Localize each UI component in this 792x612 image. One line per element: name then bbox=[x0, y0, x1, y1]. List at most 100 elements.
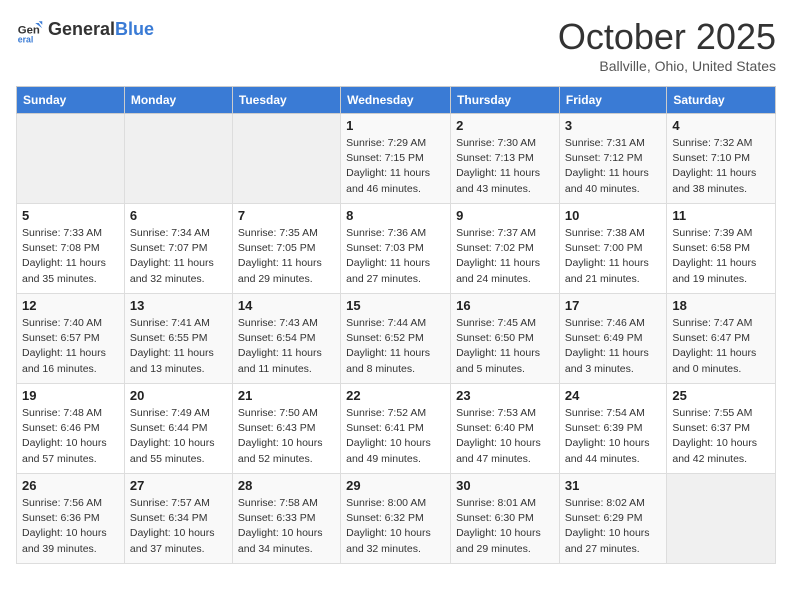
calendar-cell: 4Sunrise: 7:32 AMSunset: 7:10 PMDaylight… bbox=[667, 114, 776, 204]
day-info: Sunrise: 7:43 AMSunset: 6:54 PMDaylight:… bbox=[238, 316, 335, 377]
day-info: Sunrise: 7:41 AMSunset: 6:55 PMDaylight:… bbox=[130, 316, 227, 377]
calendar-cell bbox=[124, 114, 232, 204]
day-info: Sunrise: 7:52 AMSunset: 6:41 PMDaylight:… bbox=[346, 406, 445, 467]
calendar-cell bbox=[667, 474, 776, 564]
weekday-header-row: SundayMondayTuesdayWednesdayThursdayFrid… bbox=[17, 87, 776, 114]
day-number: 3 bbox=[565, 118, 661, 133]
logo: Gen eral GeneralBlue bbox=[16, 16, 154, 44]
day-number: 25 bbox=[672, 388, 770, 403]
day-info: Sunrise: 8:02 AMSunset: 6:29 PMDaylight:… bbox=[565, 496, 661, 557]
weekday-header-tuesday: Tuesday bbox=[232, 87, 340, 114]
day-number: 7 bbox=[238, 208, 335, 223]
calendar-cell: 13 Sunrise: 7:41 AMSunset: 6:55 PMDayligh… bbox=[124, 294, 232, 384]
day-number: 14 bbox=[238, 298, 335, 313]
weekday-header-wednesday: Wednesday bbox=[341, 87, 451, 114]
day-info: Sunrise: 7:36 AMSunset: 7:03 PMDaylight:… bbox=[346, 226, 445, 287]
day-number: 6 bbox=[130, 208, 227, 223]
day-number: 5 bbox=[22, 208, 119, 223]
calendar-cell: 27Sunrise: 7:57 AMSunset: 6:34 PMDayligh… bbox=[124, 474, 232, 564]
calendar-cell: 1 Sunrise: 7:29 AMSunset: 7:15 PMDaylight… bbox=[341, 114, 451, 204]
weekday-header-sunday: Sunday bbox=[17, 87, 125, 114]
day-info: Sunrise: 7:44 AMSunset: 6:52 PMDaylight:… bbox=[346, 316, 445, 377]
calendar-cell: 29 Sunrise: 8:00 AMSunset: 6:32 PMDayligh… bbox=[341, 474, 451, 564]
day-info: Sunrise: 7:46 AMSunset: 6:49 PMDaylight:… bbox=[565, 316, 661, 377]
day-number: 4 bbox=[672, 118, 770, 133]
calendar-week-row: 19 Sunrise: 7:48 AMSunset: 6:46 PMDayligh… bbox=[17, 384, 776, 474]
calendar-cell: 30 Sunrise: 8:01 AMSunset: 6:30 PMDayligh… bbox=[451, 474, 560, 564]
calendar-cell: 24 Sunrise: 7:54 AMSunset: 6:39 PMDayligh… bbox=[559, 384, 666, 474]
calendar-cell: 20 Sunrise: 7:49 AMSunset: 6:44 PMDayligh… bbox=[124, 384, 232, 474]
calendar-cell: 25 Sunrise: 7:55 AMSunset: 6:37 PMDayligh… bbox=[667, 384, 776, 474]
day-number: 8 bbox=[346, 208, 445, 223]
calendar-cell bbox=[232, 114, 340, 204]
day-number: 24 bbox=[565, 388, 661, 403]
calendar-cell: 9Sunrise: 7:37 AMSunset: 7:02 PMDaylight… bbox=[451, 204, 560, 294]
day-number: 11 bbox=[672, 208, 770, 223]
month-title: October 2025 bbox=[558, 16, 776, 58]
day-number: 16 bbox=[456, 298, 554, 313]
day-number: 13 bbox=[130, 298, 227, 313]
calendar-cell: 7 Sunrise: 7:35 AMSunset: 7:05 PMDaylight… bbox=[232, 204, 340, 294]
day-number: 2 bbox=[456, 118, 554, 133]
day-info: Sunrise: 7:38 AMSunset: 7:00 PMDaylight:… bbox=[565, 226, 661, 287]
calendar-cell: 6Sunrise: 7:34 AMSunset: 7:07 PMDaylight… bbox=[124, 204, 232, 294]
weekday-header-saturday: Saturday bbox=[667, 87, 776, 114]
day-info: Sunrise: 7:29 AMSunset: 7:15 PMDaylight:… bbox=[346, 136, 445, 197]
page-header: Gen eral GeneralBlue October 2025 Ballvi… bbox=[16, 16, 776, 74]
calendar-table: SundayMondayTuesdayWednesdayThursdayFrid… bbox=[16, 86, 776, 564]
day-number: 31 bbox=[565, 478, 661, 493]
day-number: 15 bbox=[346, 298, 445, 313]
weekday-header-monday: Monday bbox=[124, 87, 232, 114]
day-info: Sunrise: 7:49 AMSunset: 6:44 PMDaylight:… bbox=[130, 406, 227, 467]
calendar-cell: 17 Sunrise: 7:46 AMSunset: 6:49 PMDayligh… bbox=[559, 294, 666, 384]
logo-blue-text: Blue bbox=[115, 19, 154, 39]
day-number: 12 bbox=[22, 298, 119, 313]
calendar-cell: 10 Sunrise: 7:38 AMSunset: 7:00 PMDayligh… bbox=[559, 204, 666, 294]
day-number: 1 bbox=[346, 118, 445, 133]
calendar-cell: 21Sunrise: 7:50 AMSunset: 6:43 PMDayligh… bbox=[232, 384, 340, 474]
calendar-cell: 5 Sunrise: 7:33 AMSunset: 7:08 PMDaylight… bbox=[17, 204, 125, 294]
day-info: Sunrise: 7:55 AMSunset: 6:37 PMDaylight:… bbox=[672, 406, 770, 467]
day-number: 26 bbox=[22, 478, 119, 493]
calendar-week-row: 12 Sunrise: 7:40 AMSunset: 6:57 PMDayligh… bbox=[17, 294, 776, 384]
calendar-week-row: 26 Sunrise: 7:56 AMSunset: 6:36 PMDayligh… bbox=[17, 474, 776, 564]
day-info: Sunrise: 7:54 AMSunset: 6:39 PMDaylight:… bbox=[565, 406, 661, 467]
day-info: Sunrise: 7:45 AMSunset: 6:50 PMDaylight:… bbox=[456, 316, 554, 377]
calendar-week-row: 1 Sunrise: 7:29 AMSunset: 7:15 PMDaylight… bbox=[17, 114, 776, 204]
calendar-cell: 16 Sunrise: 7:45 AMSunset: 6:50 PMDayligh… bbox=[451, 294, 560, 384]
calendar-cell bbox=[17, 114, 125, 204]
day-info: Sunrise: 8:00 AMSunset: 6:32 PMDaylight:… bbox=[346, 496, 445, 557]
calendar-cell: 31 Sunrise: 8:02 AMSunset: 6:29 PMDayligh… bbox=[559, 474, 666, 564]
day-number: 30 bbox=[456, 478, 554, 493]
day-info: Sunrise: 7:40 AMSunset: 6:57 PMDaylight:… bbox=[22, 316, 119, 377]
calendar-cell: 11Sunrise: 7:39 AMSunset: 6:58 PMDayligh… bbox=[667, 204, 776, 294]
day-number: 9 bbox=[456, 208, 554, 223]
calendar-cell: 8 Sunrise: 7:36 AMSunset: 7:03 PMDaylight… bbox=[341, 204, 451, 294]
day-info: Sunrise: 7:57 AMSunset: 6:34 PMDaylight:… bbox=[130, 496, 227, 557]
day-number: 19 bbox=[22, 388, 119, 403]
calendar-cell: 19 Sunrise: 7:48 AMSunset: 6:46 PMDayligh… bbox=[17, 384, 125, 474]
day-number: 17 bbox=[565, 298, 661, 313]
day-info: Sunrise: 7:47 AMSunset: 6:47 PMDaylight:… bbox=[672, 316, 770, 377]
day-info: Sunrise: 7:30 AMSunset: 7:13 PMDaylight:… bbox=[456, 136, 554, 197]
day-info: Sunrise: 7:33 AMSunset: 7:08 PMDaylight:… bbox=[22, 226, 119, 287]
day-info: Sunrise: 7:56 AMSunset: 6:36 PMDaylight:… bbox=[22, 496, 119, 557]
day-number: 20 bbox=[130, 388, 227, 403]
title-block: October 2025 Ballville, Ohio, United Sta… bbox=[558, 16, 776, 74]
logo-icon: Gen eral bbox=[16, 16, 44, 44]
day-info: Sunrise: 7:31 AMSunset: 7:12 PMDaylight:… bbox=[565, 136, 661, 197]
calendar-cell: 2 Sunrise: 7:30 AMSunset: 7:13 PMDaylight… bbox=[451, 114, 560, 204]
day-number: 21 bbox=[238, 388, 335, 403]
day-info: Sunrise: 8:01 AMSunset: 6:30 PMDaylight:… bbox=[456, 496, 554, 557]
calendar-cell: 26 Sunrise: 7:56 AMSunset: 6:36 PMDayligh… bbox=[17, 474, 125, 564]
calendar-cell: 22Sunrise: 7:52 AMSunset: 6:41 PMDayligh… bbox=[341, 384, 451, 474]
calendar-week-row: 5 Sunrise: 7:33 AMSunset: 7:08 PMDaylight… bbox=[17, 204, 776, 294]
day-number: 10 bbox=[565, 208, 661, 223]
day-info: Sunrise: 7:35 AMSunset: 7:05 PMDaylight:… bbox=[238, 226, 335, 287]
day-info: Sunrise: 7:48 AMSunset: 6:46 PMDaylight:… bbox=[22, 406, 119, 467]
calendar-cell: 18Sunrise: 7:47 AMSunset: 6:47 PMDayligh… bbox=[667, 294, 776, 384]
day-number: 29 bbox=[346, 478, 445, 493]
location: Ballville, Ohio, United States bbox=[558, 58, 776, 74]
weekday-header-friday: Friday bbox=[559, 87, 666, 114]
weekday-header-thursday: Thursday bbox=[451, 87, 560, 114]
